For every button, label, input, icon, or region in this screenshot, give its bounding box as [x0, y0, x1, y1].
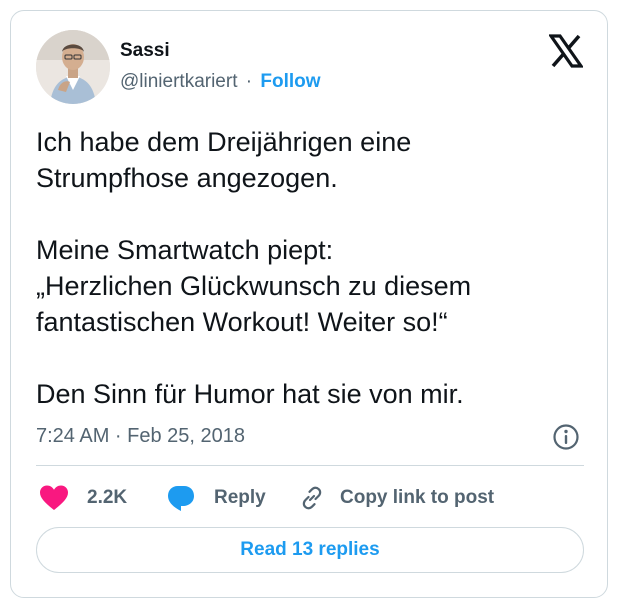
tweet-line: Den Sinn für Humor hat sie von mir.: [36, 379, 464, 409]
author-name[interactable]: Sassi: [120, 39, 170, 63]
tweet-text: Ich habe dem Dreijährigen eine Strumpfho…: [36, 124, 591, 412]
tweet-line: „Herzlichen Glückwunsch zu diesem: [36, 271, 472, 301]
link-icon: [302, 486, 322, 510]
follow-button[interactable]: Follow: [260, 71, 320, 92]
author-handle[interactable]: @liniertkariert: [120, 71, 237, 92]
tweet-card: Sassi @liniertkariert · Follow Ich habe …: [10, 10, 608, 598]
reply-label: Reply: [214, 487, 266, 508]
speech-bubble-icon: [168, 486, 194, 511]
heart-icon: [40, 485, 68, 510]
copy-link-button[interactable]: Copy link to post: [298, 483, 494, 513]
tweet-line: fantastischen Workout! Weiter so!“: [36, 307, 448, 337]
info-icon[interactable]: [552, 423, 580, 451]
read-replies-button[interactable]: Read 13 replies: [36, 527, 584, 573]
x-logo-icon[interactable]: [547, 34, 585, 68]
avatar-photo: [36, 30, 110, 104]
author-handle-row: @liniertkariert · Follow: [120, 70, 321, 94]
separator-dot: ·: [245, 71, 253, 92]
copy-link-label: Copy link to post: [340, 487, 495, 508]
reply-button[interactable]: Reply: [166, 483, 266, 513]
avatar[interactable]: [36, 30, 110, 104]
divider: [36, 465, 584, 466]
tweet-line: Strumpfhose angezogen.: [36, 163, 338, 193]
tweet-line: Ich habe dem Dreijährigen eine: [36, 127, 412, 157]
tweet-line: Meine Smartwatch piept:: [36, 235, 334, 265]
like-button[interactable]: 2.2K: [39, 483, 127, 513]
tweet-timestamp[interactable]: 7:24 AM · Feb 25, 2018: [36, 424, 245, 448]
like-count: 2.2K: [87, 487, 128, 508]
